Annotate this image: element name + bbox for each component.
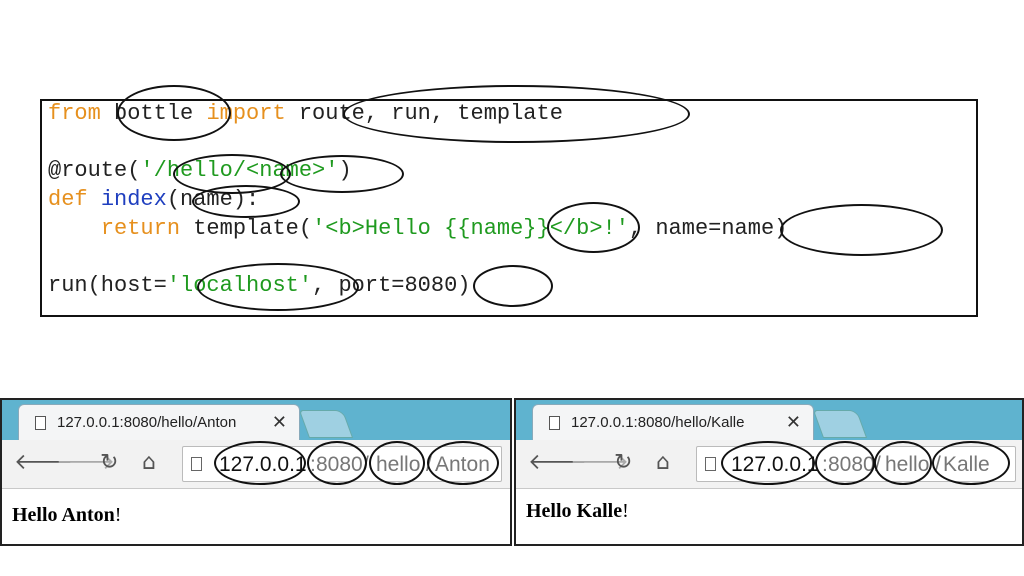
- run-port: 8080: [404, 273, 458, 298]
- url-port: 8080: [316, 453, 363, 476]
- reload-icon[interactable]: ↻: [100, 450, 118, 476]
- template-string-start: '<b>Hello: [312, 216, 445, 241]
- tab-title: 127.0.0.1:8080/hello/Anton: [57, 414, 237, 431]
- imported-names: route, run, template: [298, 101, 563, 126]
- url-sep: /: [426, 453, 432, 476]
- greeting-tail: !: [622, 500, 629, 522]
- quote: ': [325, 158, 339, 183]
- comma: ,: [628, 216, 656, 241]
- tab-strip: 127.0.0.1:8080/hello/Kalle ✕: [516, 400, 1022, 440]
- new-tab-button[interactable]: [298, 410, 354, 438]
- url-path: hello: [885, 453, 930, 476]
- home-icon[interactable]: ⌂: [142, 450, 156, 476]
- code-line-def: def index(name):: [48, 187, 259, 213]
- greeting-bold: Hello Anton: [12, 504, 115, 526]
- code-line-import: from bottle import route, run, template: [48, 101, 563, 127]
- function-args: (name):: [166, 187, 260, 212]
- browser-toolbar: 🡐 🡒 ↻ ⌂ 127.0.0.1 : 8080 / hello / Anton: [2, 440, 510, 489]
- url-sep: /: [935, 453, 941, 476]
- tab-active[interactable]: 127.0.0.1:8080/hello/Anton ✕: [18, 404, 300, 440]
- url-name: Kalle: [943, 453, 990, 476]
- browser-window-left: 127.0.0.1:8080/hello/Anton ✕ 🡐 🡒 ↻ ⌂ 127…: [0, 398, 512, 546]
- template-kwarg: name=name: [655, 216, 775, 241]
- browser-window-right: 127.0.0.1:8080/hello/Kalle ✕ 🡐 🡒 ↻ ⌂ 127…: [514, 398, 1024, 546]
- route-param: <name>: [246, 158, 326, 183]
- keyword-return: return: [100, 216, 181, 241]
- template-placeholder: {{name}}: [444, 216, 550, 241]
- page-content: Hello Anton!: [12, 504, 121, 527]
- route-path: /hello/: [153, 158, 247, 183]
- keyword-import: import: [206, 101, 286, 126]
- url-port: 8080: [828, 453, 875, 476]
- address-bar[interactable]: 127.0.0.1 : 8080 / hello / Kalle: [696, 446, 1016, 482]
- page-icon: [35, 416, 46, 430]
- run-host: localhost: [180, 273, 299, 298]
- close-icon[interactable]: ✕: [272, 412, 287, 433]
- tab-title: 127.0.0.1:8080/hello/Kalle: [571, 414, 745, 431]
- browser-toolbar: 🡐 🡒 ↻ ⌂ 127.0.0.1 : 8080 / hello / Kalle: [516, 440, 1022, 489]
- paren: ): [774, 216, 788, 241]
- template-string-end: </b>!': [549, 216, 629, 241]
- home-icon[interactable]: ⌂: [656, 450, 670, 476]
- keyword-from: from: [48, 101, 101, 126]
- url-sep: :: [822, 453, 828, 476]
- quote: ': [166, 273, 181, 298]
- keyword-def: def: [48, 187, 88, 212]
- url-host: 127.0.0.1: [731, 453, 819, 476]
- url-path: hello: [376, 453, 421, 476]
- code-line-return: return template('<b>Hello {{name}}</b>!'…: [48, 216, 788, 242]
- quote: ': [298, 273, 313, 298]
- paren: ): [338, 158, 352, 183]
- paren: ): [457, 273, 471, 298]
- tab-strip: 127.0.0.1:8080/hello/Anton ✕: [2, 400, 510, 440]
- close-icon[interactable]: ✕: [786, 412, 801, 433]
- code-snippet: from bottle import route, run, template …: [40, 99, 978, 317]
- page-icon: [191, 457, 202, 471]
- greeting-bold: Hello Kalle: [526, 500, 623, 522]
- url-host: 127.0.0.1: [219, 453, 307, 476]
- template-call: template(: [193, 216, 313, 241]
- page-content: Hello Kalle!: [526, 500, 629, 523]
- page-icon: [705, 457, 716, 471]
- module-name: bottle: [114, 101, 194, 126]
- function-name: index: [100, 187, 167, 212]
- code-line-run: run(host='localhost', port=8080): [48, 273, 471, 299]
- greeting-tail: !: [114, 504, 122, 526]
- run-port-kw: , port=: [312, 273, 405, 298]
- code-line-route: @route('/hello/<name>'): [48, 158, 352, 184]
- url-sep: /: [875, 453, 881, 476]
- url-name: Anton: [435, 453, 490, 476]
- page-icon: [549, 416, 560, 430]
- run-call: run(host=: [48, 273, 167, 298]
- address-bar[interactable]: 127.0.0.1 : 8080 / hello / Anton: [182, 446, 502, 482]
- url-sep: :: [310, 453, 316, 476]
- new-tab-button[interactable]: [812, 410, 868, 438]
- tab-active[interactable]: 127.0.0.1:8080/hello/Kalle ✕: [532, 404, 814, 440]
- url-sep: /: [363, 453, 369, 476]
- route-decorator: @route(: [48, 158, 141, 183]
- quote: ': [140, 158, 154, 183]
- reload-icon[interactable]: ↻: [614, 450, 632, 476]
